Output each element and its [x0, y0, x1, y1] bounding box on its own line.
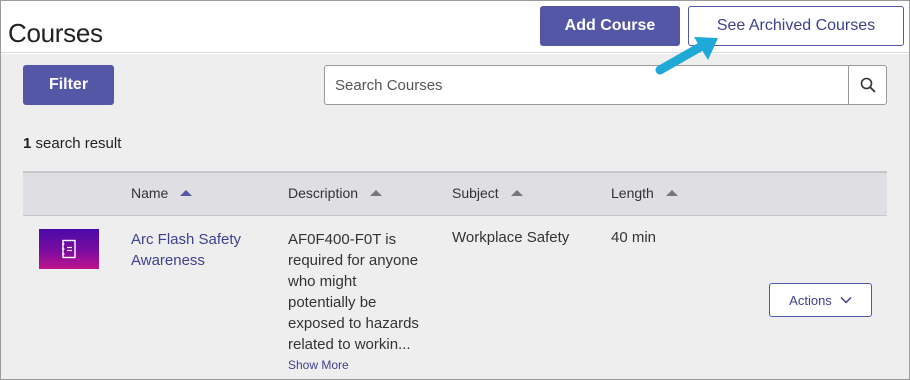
course-description: AF0F400-F0T is required for anyone who m…	[288, 231, 419, 353]
courses-panel: Filter 1 search result Name Description …	[1, 54, 909, 379]
actions-dropdown-button[interactable]: Actions	[769, 283, 872, 317]
table-row: Arc Flash Safety Awareness AF0F400-F0T i…	[23, 217, 887, 379]
actions-label: Actions	[789, 292, 832, 308]
column-header-length[interactable]: Length	[611, 185, 678, 201]
show-more-link[interactable]: Show More	[288, 358, 349, 372]
course-subject: Workplace Safety	[452, 229, 570, 246]
search-button[interactable]	[848, 65, 887, 105]
sort-ascending-icon	[665, 190, 678, 196]
search-bar	[324, 65, 887, 105]
table-header: Name Description Subject Length	[23, 171, 887, 216]
sort-ascending-icon	[180, 190, 193, 196]
page-header: Courses Add Course See Archived Courses	[1, 1, 909, 53]
search-result-count: 1 search result	[23, 135, 121, 152]
course-length: 40 min	[611, 229, 657, 246]
filter-button[interactable]: Filter	[23, 65, 114, 105]
column-header-description[interactable]: Description	[288, 185, 383, 201]
sort-ascending-icon	[370, 190, 383, 196]
search-icon	[860, 77, 875, 93]
course-thumbnail[interactable]	[39, 229, 99, 269]
course-name-link[interactable]: Arc Flash Safety Awareness	[131, 229, 251, 271]
chevron-down-icon	[840, 296, 852, 304]
column-header-label: Description	[288, 185, 359, 201]
search-input[interactable]	[324, 65, 848, 105]
result-count-label: search result	[31, 135, 122, 152]
column-header-label: Name	[131, 185, 169, 201]
column-header-name[interactable]: Name	[131, 185, 193, 201]
column-header-subject[interactable]: Subject	[452, 185, 523, 201]
column-header-label: Subject	[452, 185, 499, 201]
course-notebook-icon	[62, 239, 76, 259]
see-archived-courses-button[interactable]: See Archived Courses	[688, 6, 904, 46]
sort-ascending-icon	[510, 190, 523, 196]
column-header-label: Length	[611, 185, 654, 201]
page-title: Courses	[8, 18, 103, 48]
pointer-arrow-icon	[655, 37, 718, 75]
